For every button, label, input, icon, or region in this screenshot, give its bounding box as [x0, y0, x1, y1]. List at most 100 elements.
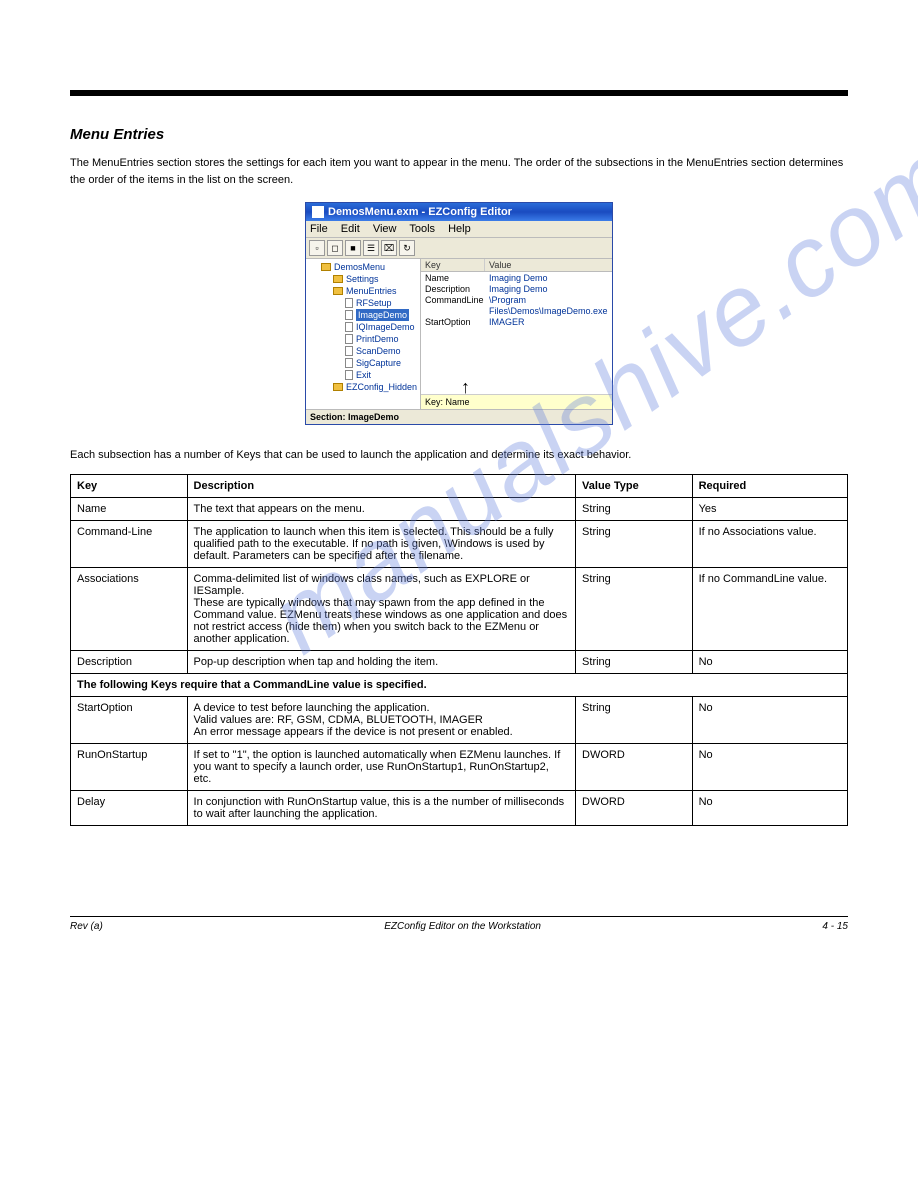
table-cell: Associations	[71, 567, 188, 650]
menu-view[interactable]: View	[373, 223, 397, 235]
note-paragraph: Each subsection has a number of Keys tha…	[70, 447, 848, 464]
tree-item[interactable]: Settings	[309, 273, 419, 285]
kv-key: Description	[421, 284, 485, 295]
folder-icon	[333, 383, 343, 391]
folder-icon	[333, 287, 343, 295]
table-cell: String	[576, 696, 693, 743]
tree-item-label: IQImageDemo	[356, 321, 415, 333]
kv-key: CommandLine	[421, 295, 485, 317]
right-pane: Key Value NameImaging DemoDescriptionIma…	[421, 259, 612, 409]
menu-file[interactable]: File	[310, 223, 328, 235]
file-icon	[345, 346, 353, 356]
tree-item-label: SigCapture	[356, 357, 401, 369]
tree-item[interactable]: PrintDemo	[309, 333, 419, 345]
th-required: Required	[692, 474, 847, 497]
page-footer: Rev (a) EZConfig Editor on the Workstati…	[70, 916, 848, 932]
tree-item[interactable]: Exit	[309, 369, 419, 381]
toolbar-tree-icon[interactable]: ⌧	[381, 240, 397, 256]
table-cell: In conjunction with RunOnStartup value, …	[187, 790, 576, 825]
table-cell: Description	[71, 650, 188, 673]
tree-item[interactable]: ImageDemo	[309, 309, 419, 321]
kv-row[interactable]: CommandLine\Program Files\Demos\ImageDem…	[421, 295, 612, 317]
kv-header: Key Value	[421, 259, 612, 272]
table-subheader: The following Keys require that a Comman…	[71, 673, 848, 696]
table-cell: String	[576, 650, 693, 673]
tree-item[interactable]: EZConfig_Hidden	[309, 381, 419, 393]
th-key: Key	[71, 474, 188, 497]
file-icon	[345, 310, 353, 320]
tree-item-label: Settings	[346, 273, 379, 285]
table-row: Command-LineThe application to launch wh…	[71, 520, 848, 567]
footer-left: Rev (a)	[70, 921, 103, 932]
tree-item[interactable]: SigCapture	[309, 357, 419, 369]
kv-value: \Program Files\Demos\ImageDemo.exe	[485, 295, 612, 317]
table-cell: No	[692, 790, 847, 825]
tree-item[interactable]: IQImageDemo	[309, 321, 419, 333]
kv-row[interactable]: StartOptionIMAGER	[421, 317, 612, 328]
table-header-row: Key Description Value Type Required	[71, 474, 848, 497]
table-cell: Delay	[71, 790, 188, 825]
ezconfig-window: DemosMenu.exm - EZConfig Editor File Edi…	[305, 202, 613, 425]
tree-root-label: DemosMenu	[334, 261, 385, 273]
table-row: AssociationsComma-delimited list of wind…	[71, 567, 848, 650]
table-cell: Yes	[692, 497, 847, 520]
toolbar-refresh-icon[interactable]: ↻	[399, 240, 415, 256]
pointer-arrow-icon: ↑	[461, 380, 612, 394]
table-cell: The application to launch when this item…	[187, 520, 576, 567]
toolbar-prefs-icon[interactable]: ☰	[363, 240, 379, 256]
tree-item-label: ImageDemo	[356, 309, 409, 321]
tree-item-label: RFSetup	[356, 297, 392, 309]
table-row: StartOptionA device to test before launc…	[71, 696, 848, 743]
tree-item-label: PrintDemo	[356, 333, 399, 345]
table-cell: No	[692, 650, 847, 673]
tree-item[interactable]: MenuEntries	[309, 285, 419, 297]
tree-item[interactable]: ScanDemo	[309, 345, 419, 357]
toolbar-save-icon[interactable]: ■	[345, 240, 361, 256]
folder-icon	[321, 263, 331, 271]
section-title: Menu Entries	[70, 126, 848, 143]
file-icon	[345, 322, 353, 332]
folder-icon	[333, 275, 343, 283]
toolbar: ▫ ◻ ■ ☰ ⌧ ↻	[306, 238, 612, 259]
menu-help[interactable]: Help	[448, 223, 471, 235]
table-cell: DWORD	[576, 790, 693, 825]
table-row: DelayIn conjunction with RunOnStartup va…	[71, 790, 848, 825]
table-cell: No	[692, 743, 847, 790]
intro-paragraph: The MenuEntries section stores the setti…	[70, 155, 848, 188]
table-cell: A device to test before launching the ap…	[187, 696, 576, 743]
kv-row[interactable]: NameImaging Demo	[421, 273, 612, 284]
table-row: NameThe text that appears on the menu.St…	[71, 497, 848, 520]
table-cell: String	[576, 497, 693, 520]
file-icon	[345, 334, 353, 344]
table-cell: If set to "1", the option is launched au…	[187, 743, 576, 790]
table-cell: If no Associations value.	[692, 520, 847, 567]
table-row: RunOnStartupIf set to "1", the option is…	[71, 743, 848, 790]
file-icon	[345, 370, 353, 380]
table-cell: The text that appears on the menu.	[187, 497, 576, 520]
footer-right: 4 - 15	[822, 921, 848, 932]
kv-header-key[interactable]: Key	[421, 259, 485, 271]
tree-item[interactable]: RFSetup	[309, 297, 419, 309]
window-title-text: DemosMenu.exm - EZConfig Editor	[328, 206, 512, 218]
menu-tools[interactable]: Tools	[409, 223, 435, 235]
table-cell: Name	[71, 497, 188, 520]
toolbar-new-icon[interactable]: ▫	[309, 240, 325, 256]
tree-item-label: Exit	[356, 369, 371, 381]
table-cell: No	[692, 696, 847, 743]
th-description: Description	[187, 474, 576, 497]
table-cell: Command-Line	[71, 520, 188, 567]
toolbar-open-icon[interactable]: ◻	[327, 240, 343, 256]
file-icon	[345, 358, 353, 368]
tree-root-item[interactable]: DemosMenu	[309, 261, 419, 273]
kv-value: Imaging Demo	[485, 284, 612, 295]
file-icon	[345, 298, 353, 308]
window-titlebar[interactable]: DemosMenu.exm - EZConfig Editor	[306, 203, 612, 221]
kv-header-value[interactable]: Value	[485, 259, 612, 271]
tree-item-label: EZConfig_Hidden	[346, 381, 417, 393]
status-bar: Section: ImageDemo	[306, 409, 612, 424]
kv-row[interactable]: DescriptionImaging Demo	[421, 284, 612, 295]
th-type: Value Type	[576, 474, 693, 497]
app-icon	[312, 206, 324, 218]
tree-pane[interactable]: DemosMenu SettingsMenuEntriesRFSetupImag…	[306, 259, 421, 409]
menu-edit[interactable]: Edit	[341, 223, 360, 235]
